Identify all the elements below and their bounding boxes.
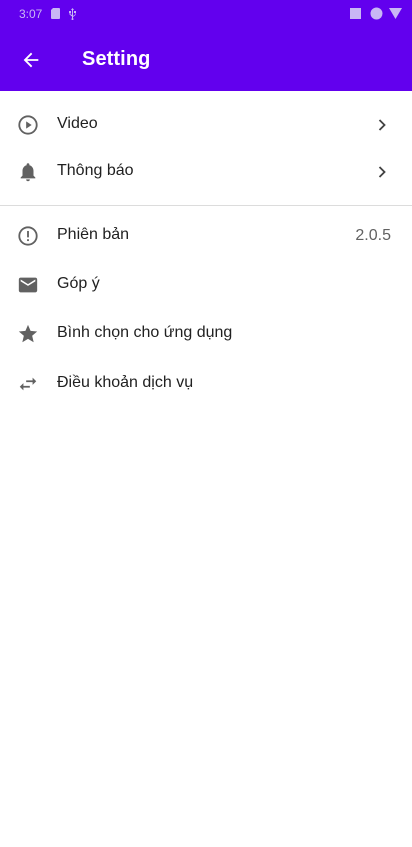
status-bar: 3:07 (0, 0, 412, 28)
chevron-right-icon (372, 115, 392, 135)
home-circle-icon (370, 7, 383, 23)
setting-item-label: Phiên bản (57, 226, 130, 243)
sd-card-icon (51, 8, 61, 22)
setting-item-terms[interactable]: Điều khoản dịch vụ (0, 361, 412, 407)
settings-screen: 3:07 Setting Video Thông báo Phiên bản 2… (0, 0, 412, 847)
back-triangle-icon (389, 8, 402, 22)
setting-item-version[interactable]: Phiên bản 2.0.5 (0, 213, 412, 259)
chevron-right-icon (372, 162, 392, 182)
setting-item-label: Thông báo (57, 162, 134, 179)
setting-item-label: Video (57, 115, 98, 132)
swap-arrows-icon (16, 372, 40, 396)
recents-square-icon (350, 8, 361, 22)
section-divider (0, 205, 412, 206)
version-value: 2.0.5 (355, 227, 391, 244)
page-title: Setting (82, 48, 151, 70)
setting-item-label: Điều khoản dịch vụ (57, 374, 194, 391)
bell-icon (16, 160, 40, 184)
usb-icon (68, 8, 77, 23)
setting-item-video[interactable]: Video (0, 102, 412, 148)
arrow-back-icon (20, 49, 42, 71)
play-circle-icon (16, 113, 40, 137)
setting-item-label: Góp ý (57, 275, 100, 292)
mail-icon (16, 273, 40, 297)
status-time: 3:07 (19, 7, 43, 21)
info-circle-icon (16, 224, 40, 248)
setting-item-feedback[interactable]: Góp ý (0, 262, 412, 308)
setting-item-label: Bình chọn cho ứng dụng (57, 324, 233, 341)
app-bar: Setting (0, 28, 412, 91)
back-button[interactable] (14, 43, 48, 77)
setting-item-notifications[interactable]: Thông báo (0, 149, 412, 195)
setting-item-rate-app[interactable]: Bình chọn cho ứng dụng (0, 311, 412, 357)
star-icon (16, 322, 40, 346)
